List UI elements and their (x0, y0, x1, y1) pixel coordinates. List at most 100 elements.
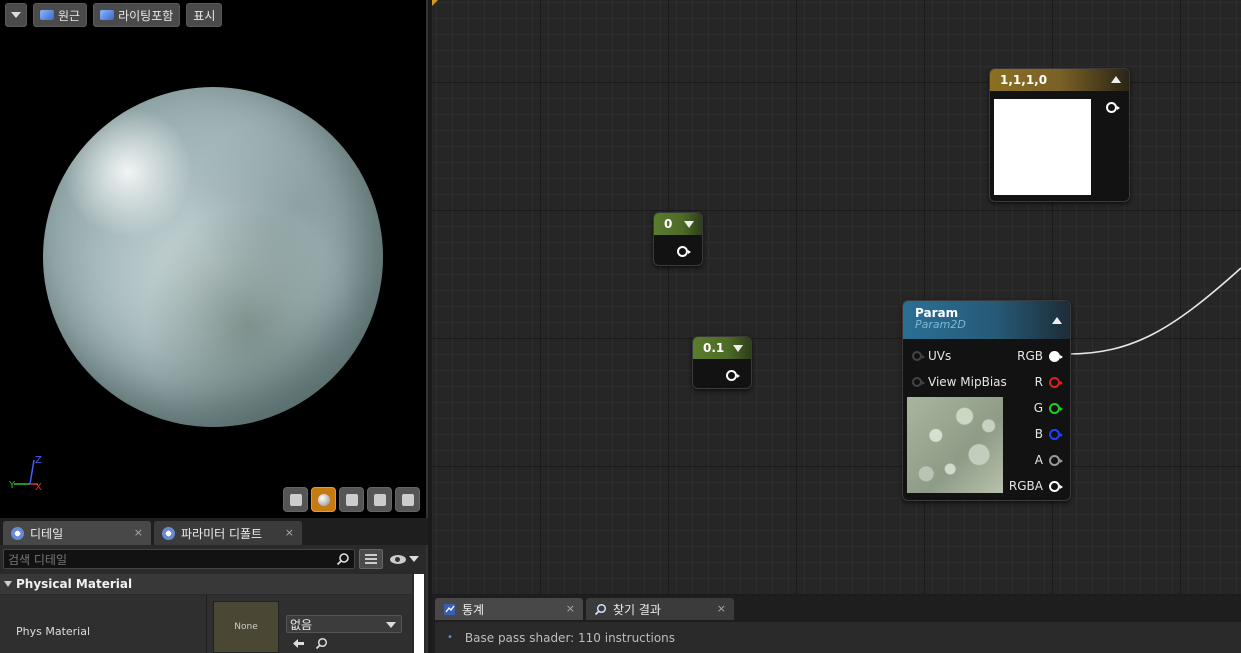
tab-parameter-defaults-label: 파라미터 디폴트 (181, 526, 263, 541)
material-graph-canvas[interactable]: 0 0.1 1,1,1,0 Param Param2D UVs View Mip… (432, 0, 1241, 595)
output-label: RGB (1017, 349, 1043, 363)
teapot-icon (401, 493, 414, 506)
sphere-preview-button[interactable] (311, 487, 336, 512)
custom-mesh-preview-button[interactable] (395, 487, 420, 512)
cylinder-preview-button[interactable] (283, 487, 308, 512)
material-editor: 원근 라이팅포함 표시 X Y Z 디테일 × 파라미터 디폴트 × 검색 디테… (0, 0, 1241, 653)
sphere-icon (317, 493, 330, 506)
axis-gizmo-icon: X Y Z (8, 455, 42, 493)
output-pin-icon[interactable] (1049, 376, 1063, 388)
node-header[interactable]: Param Param2D (903, 301, 1070, 339)
node-header[interactable]: 1,1,1,0 (990, 69, 1129, 91)
category-physical-material[interactable]: Physical Material (0, 574, 412, 594)
output-pin-icon[interactable] (1049, 350, 1063, 362)
plane-preview-button[interactable] (339, 487, 364, 512)
node-title: 0.1 (703, 341, 725, 355)
lit-mode-label: 라이팅포함 (118, 8, 174, 23)
browse-search-icon[interactable] (315, 637, 328, 650)
output-label: RGBA (1008, 479, 1043, 493)
search-icon (336, 553, 349, 566)
output-pin-r[interactable]: R (1034, 375, 1063, 389)
tab-stats[interactable]: 통계 × (435, 598, 583, 620)
output-label: R (1034, 375, 1043, 389)
view-options-button[interactable] (387, 549, 421, 569)
output-label: G (1033, 401, 1043, 415)
texture-param-node[interactable]: Param Param2D UVs View MipBias RGB R G B… (902, 300, 1071, 501)
chevron-down-icon (386, 622, 396, 628)
column-divider[interactable] (206, 595, 207, 653)
axis-x-label: X (35, 482, 42, 493)
close-icon[interactable]: × (717, 602, 726, 615)
constant4vector-node[interactable]: 1,1,1,0 (989, 68, 1130, 202)
stats-tab-bar: 통계 × 찾기 결과 × (435, 598, 734, 620)
show-button[interactable]: 표시 (186, 3, 223, 27)
cube-preview-button[interactable] (367, 487, 392, 512)
output-pin[interactable] (1106, 102, 1120, 113)
use-selected-arrow-icon[interactable] (292, 637, 305, 650)
input-pin-view-mipbias[interactable]: View MipBias (912, 375, 1007, 389)
output-pin-icon[interactable] (1049, 480, 1063, 492)
property-name: Phys Material (16, 625, 91, 638)
input-pin-uvs[interactable]: UVs (912, 349, 951, 363)
cube-icon (373, 493, 386, 506)
collapse-arrow-icon[interactable] (684, 221, 694, 228)
expand-arrow-icon (4, 581, 12, 587)
asset-picker-combo[interactable]: 없음 (286, 615, 402, 633)
info-icon (11, 526, 24, 540)
property-matrix-button[interactable] (359, 549, 383, 569)
stats-panel: 통계 × 찾기 결과 × • Base pass shader: 110 ins… (432, 595, 1241, 653)
log-line: Base pass shader: 110 instructions (464, 630, 676, 645)
input-label: View MipBias (928, 375, 1007, 389)
details-panel: 디테일 × 파라미터 디폴트 × 검색 디테일 Physical Materia… (0, 518, 428, 653)
asset-thumbnail[interactable]: None (213, 601, 279, 653)
collapse-arrow-icon[interactable] (733, 345, 743, 352)
node-header[interactable]: 0 (654, 213, 702, 235)
constant-node-0-1[interactable]: 0.1 (692, 336, 752, 389)
output-pin-a[interactable]: A (1035, 453, 1063, 467)
output-pin[interactable] (677, 246, 691, 257)
node-title: 1,1,1,0 (1000, 73, 1048, 87)
asset-actions (292, 637, 328, 650)
details-scrollbar[interactable] (414, 574, 424, 653)
tab-details[interactable]: 디테일 × (3, 521, 151, 545)
tab-find-results[interactable]: 찾기 결과 × (586, 598, 734, 620)
output-pin-icon[interactable] (1049, 428, 1063, 440)
cylinder-icon (289, 493, 302, 506)
thumbnail-label: None (234, 622, 258, 632)
preview-sphere (43, 87, 383, 427)
output-pin-rgba[interactable]: RGBA (1008, 479, 1063, 493)
tab-find-results-label: 찾기 결과 (613, 602, 661, 617)
preview-viewport[interactable]: 원근 라이팅포함 표시 X Y Z (0, 0, 428, 518)
tab-parameter-defaults[interactable]: 파라미터 디폴트 × (154, 521, 302, 545)
constant-node-0[interactable]: 0 (653, 212, 703, 266)
node-header[interactable]: 0.1 (693, 337, 751, 359)
node-subtitle: Param2D (915, 318, 966, 331)
output-pin-rgb[interactable]: RGB (1017, 349, 1063, 363)
search-placeholder: 검색 디테일 (8, 552, 68, 567)
output-pin[interactable] (726, 370, 740, 381)
bullet-icon: • (447, 632, 453, 643)
input-label: UVs (928, 349, 952, 363)
lit-mode-button[interactable]: 라이팅포함 (93, 3, 181, 27)
collapse-arrow-icon[interactable] (1052, 317, 1062, 324)
close-icon[interactable]: × (134, 526, 143, 539)
show-label: 표시 (193, 8, 216, 23)
chevron-down-icon (11, 12, 21, 18)
output-pin-icon[interactable] (1049, 402, 1063, 414)
perspective-button[interactable]: 원근 (33, 3, 88, 27)
details-search-input[interactable]: 검색 디테일 (3, 549, 355, 569)
viewport-options-dropdown[interactable] (5, 3, 27, 27)
close-icon[interactable]: × (566, 602, 575, 615)
output-pin-icon[interactable] (1049, 454, 1063, 466)
close-icon[interactable]: × (285, 526, 294, 539)
rgb-wire[interactable] (1067, 267, 1241, 355)
node-title: 0 (664, 217, 673, 231)
input-pin-icon[interactable] (912, 351, 925, 361)
chevron-down-icon (408, 556, 419, 562)
output-pin-b[interactable]: B (1035, 427, 1063, 441)
output-pin-g[interactable]: G (1033, 401, 1063, 415)
input-pin-icon[interactable] (912, 377, 925, 387)
lit-cube-icon (100, 10, 115, 20)
details-tab-bar: 디테일 × 파라미터 디폴트 × (0, 518, 428, 545)
collapse-arrow-icon[interactable] (1111, 76, 1121, 83)
